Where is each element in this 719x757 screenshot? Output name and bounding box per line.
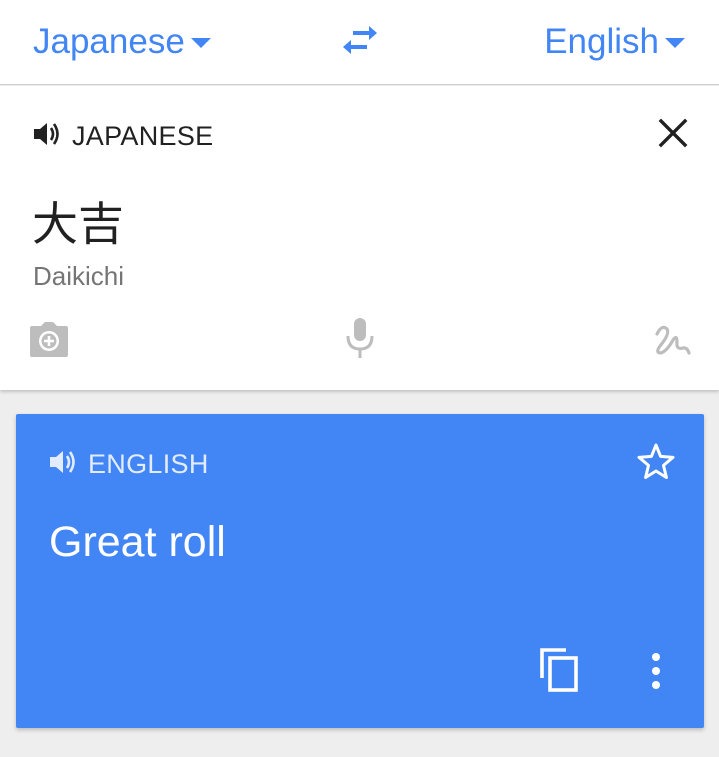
handwriting-icon: [655, 325, 691, 355]
copy-button[interactable]: [536, 646, 582, 694]
target-language-selector[interactable]: English: [544, 0, 685, 84]
handwriting-button[interactable]: [652, 320, 692, 360]
speaker-icon[interactable]: [48, 448, 78, 481]
voice-input-button[interactable]: [344, 316, 376, 360]
clear-input-button[interactable]: [657, 117, 689, 149]
caret-down-icon: [665, 38, 685, 48]
input-card: JAPANESE 大吉 Daikichi: [0, 86, 719, 390]
translation-card: ENGLISH Great roll: [16, 414, 704, 728]
input-language-label: JAPANESE: [72, 120, 214, 151]
speaker-icon[interactable]: [32, 120, 62, 153]
source-text[interactable]: 大吉: [32, 188, 124, 254]
target-language-label: English: [544, 22, 659, 61]
source-language-selector[interactable]: Japanese: [33, 0, 211, 84]
romanization-text: Daikichi: [33, 261, 125, 291]
swap-arrows-icon: [343, 26, 377, 54]
translation-text: Great roll: [49, 518, 226, 566]
language-bar: Japanese English: [0, 0, 719, 85]
camera-icon: [30, 322, 68, 357]
close-icon: [658, 118, 688, 148]
camera-button[interactable]: [28, 320, 70, 360]
star-outline-icon: [637, 443, 675, 479]
more-options-button[interactable]: [642, 652, 670, 692]
swap-languages-button[interactable]: [339, 22, 381, 58]
copy-icon: [540, 648, 578, 692]
source-language-label: Japanese: [33, 22, 185, 61]
more-vert-icon: [652, 653, 660, 689]
output-language-label: ENGLISH: [88, 448, 209, 479]
output-language-header: ENGLISH: [48, 448, 209, 480]
caret-down-icon: [190, 38, 211, 48]
save-phrase-button[interactable]: [636, 442, 676, 482]
microphone-icon: [346, 318, 374, 358]
input-language-header: JAPANESE: [32, 120, 213, 152]
